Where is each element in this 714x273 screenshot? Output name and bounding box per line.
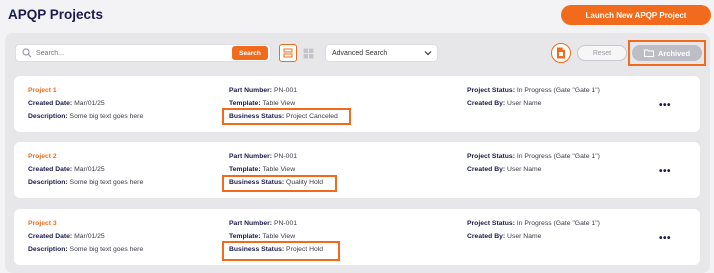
- part-number-label: Part Number:: [229, 87, 273, 94]
- created-date-value: Mar/01/25: [74, 166, 105, 173]
- more-options-icon[interactable]: •••: [659, 100, 671, 111]
- template-label: Template:: [229, 233, 261, 240]
- more-options-icon[interactable]: •••: [659, 166, 671, 177]
- created-date-label: Created Date:: [28, 166, 73, 173]
- created-by-value: User Name: [507, 166, 542, 173]
- more-options-icon[interactable]: •••: [659, 233, 671, 244]
- project-card[interactable]: Project 1 Created Date: Mar/01/25 Descri…: [14, 76, 700, 132]
- launch-new-project-button[interactable]: Launch New APQP Project: [561, 5, 711, 25]
- advanced-search-select[interactable]: Advanced Search: [325, 44, 438, 62]
- part-number-value: PN-001: [273, 220, 297, 227]
- description-value: Some big text goes here: [69, 246, 144, 253]
- description-label: Description:: [28, 113, 68, 120]
- part-number-value: PN-001: [273, 87, 297, 94]
- project-status-label: Project Status:: [467, 87, 515, 94]
- search-icon: [22, 48, 32, 58]
- project-status-value: In Progress (Gate "Gate 1"): [516, 87, 600, 94]
- part-number-label: Part Number:: [229, 220, 273, 227]
- export-file-icon: [557, 47, 565, 59]
- grid-view-icon: [303, 48, 313, 58]
- advanced-search-label: Advanced Search: [332, 49, 388, 57]
- created-by-value: User Name: [507, 100, 542, 107]
- template-value: Table View: [262, 100, 296, 107]
- template-label: Template:: [229, 166, 261, 173]
- created-by-label: Created By:: [467, 100, 506, 107]
- created-date-value: Mar/01/25: [74, 100, 105, 107]
- project-card[interactable]: Project 3 Created Date: Mar/01/25 Descri…: [14, 209, 700, 265]
- part-number-label: Part Number:: [229, 153, 273, 160]
- export-button[interactable]: [551, 43, 571, 63]
- created-by-label: Created By:: [467, 166, 506, 173]
- search-input[interactable]: [36, 46, 226, 60]
- template-value: Table View: [262, 166, 296, 173]
- archived-highlight-box: [628, 40, 706, 66]
- reset-button[interactable]: Reset: [577, 45, 627, 61]
- search-button[interactable]: Search: [232, 46, 268, 60]
- description-value: Some big text goes here: [69, 179, 144, 186]
- created-date-label: Created Date:: [28, 233, 73, 240]
- created-by-label: Created By:: [467, 233, 506, 240]
- project-name[interactable]: Project 2: [28, 153, 57, 160]
- business-status-highlight: [222, 175, 337, 192]
- business-status-highlight: [222, 241, 340, 261]
- description-label: Description:: [28, 246, 68, 253]
- list-view-toggle[interactable]: [279, 44, 297, 62]
- project-status-label: Project Status:: [467, 220, 515, 227]
- grid-view-toggle[interactable]: [300, 44, 316, 62]
- created-by-value: User Name: [507, 233, 542, 240]
- created-date-value: Mar/01/25: [74, 233, 105, 240]
- description-label: Description:: [28, 179, 68, 186]
- page-title: APQP Projects: [8, 7, 104, 22]
- project-card[interactable]: Project 2 Created Date: Mar/01/25 Descri…: [14, 142, 700, 198]
- part-number-value: PN-001: [273, 153, 297, 160]
- business-status-highlight: [222, 108, 351, 125]
- template-value: Table View: [262, 233, 296, 240]
- project-name[interactable]: Project 1: [28, 87, 57, 94]
- project-status-label: Project Status:: [467, 153, 515, 160]
- project-name[interactable]: Project 3: [28, 220, 57, 227]
- created-date-label: Created Date:: [28, 100, 73, 107]
- project-status-value: In Progress (Gate "Gate 1"): [516, 153, 600, 160]
- search-box: Search: [15, 44, 271, 62]
- project-status-value: In Progress (Gate "Gate 1"): [516, 220, 600, 227]
- template-label: Template:: [229, 100, 261, 107]
- description-value: Some big text goes here: [69, 113, 144, 120]
- chevron-down-icon: [424, 51, 432, 56]
- list-view-icon: [283, 48, 293, 58]
